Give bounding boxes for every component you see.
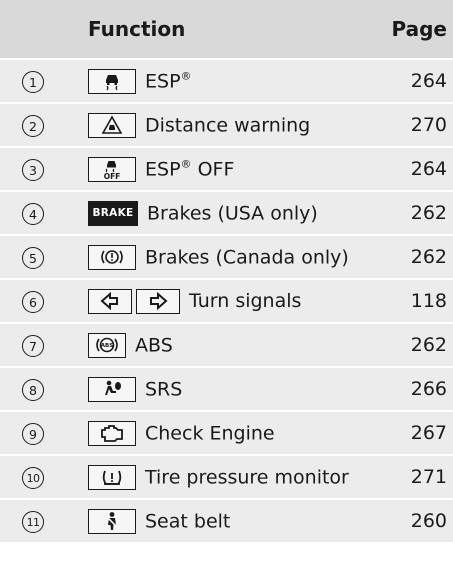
row-number: 3 <box>22 158 44 181</box>
page-number: 271 <box>388 455 453 500</box>
brake-icon: BRAKE <box>88 200 138 226</box>
svg-text:ABS: ABS <box>101 343 113 349</box>
row-number: 1 <box>22 70 44 93</box>
seat-belt-icon <box>88 508 136 534</box>
page-number: 260 <box>388 499 453 542</box>
table-row: 11 Seat belt 260 <box>0 499 453 542</box>
function-label: ESP <box>145 158 181 180</box>
header-number <box>0 0 68 60</box>
table-row: 8 SRS 266 <box>0 367 453 412</box>
table-row: 4 BRAKE Brakes (USA only) 262 <box>0 191 453 236</box>
row-number: 2 <box>22 114 44 137</box>
table-row: 2 Distance warning 270 <box>0 103 453 148</box>
row-number: 11 <box>22 511 44 533</box>
page-number: 262 <box>388 323 453 368</box>
svg-text:OFF: OFF <box>104 172 121 180</box>
function-label: ESP <box>145 70 181 92</box>
page-number: 266 <box>388 367 453 412</box>
page-number: 262 <box>388 235 453 280</box>
header-page: Page <box>388 0 453 60</box>
table-header: Function Page <box>0 0 453 60</box>
page-number: 118 <box>388 279 453 324</box>
row-number: 6 <box>22 290 44 313</box>
table-row: 5 Brakes (Canada only) 262 <box>0 235 453 280</box>
row-number: 10 <box>22 467 44 489</box>
row-number: 8 <box>22 378 44 401</box>
esp-skid-icon <box>88 68 136 94</box>
function-label: ABS <box>135 334 173 356</box>
function-label: Distance warning <box>145 114 311 136</box>
tire-pressure-icon <box>88 464 136 490</box>
row-number: 4 <box>22 202 44 225</box>
brake-circle-icon <box>88 244 136 270</box>
page-number: 264 <box>388 147 453 192</box>
page-number: 262 <box>388 191 453 236</box>
function-label: SRS <box>145 378 183 400</box>
table-row: 10 Tire pressure monitor 271 <box>0 455 453 500</box>
check-engine-icon <box>88 420 136 446</box>
table-row: 6 Turn signals 118 <box>0 279 453 324</box>
function-table: Function Page 1 ESP® 264 2 Distance warn… <box>0 0 453 542</box>
left-turn-signal-icon <box>88 288 132 314</box>
table-row: 7 ABS ABS 262 <box>0 323 453 368</box>
table-row: 1 ESP® 264 <box>0 59 453 104</box>
row-number: 5 <box>22 246 44 269</box>
function-label: Brakes (Canada only) <box>145 246 349 268</box>
function-label: Tire pressure monitor <box>145 466 349 488</box>
table-row: 9 Check Engine 267 <box>0 411 453 456</box>
page-number: 267 <box>388 411 453 456</box>
function-label: Turn signals <box>189 290 302 312</box>
srs-airbag-icon <box>88 376 136 402</box>
page-number: 264 <box>388 59 453 104</box>
page-number: 270 <box>388 103 453 148</box>
esp-off-icon: OFF <box>88 156 136 182</box>
header-function: Function <box>68 0 388 60</box>
distance-warning-icon <box>88 112 136 138</box>
abs-icon: ABS <box>88 332 126 358</box>
row-number: 7 <box>22 334 44 357</box>
table-row: 3 OFF ESP® OFF 264 <box>0 147 453 192</box>
right-turn-signal-icon <box>136 288 180 314</box>
function-label: Seat belt <box>145 510 231 532</box>
function-label: Brakes (USA only) <box>147 202 318 224</box>
function-label: Check Engine <box>145 422 275 444</box>
row-number: 9 <box>22 422 44 445</box>
